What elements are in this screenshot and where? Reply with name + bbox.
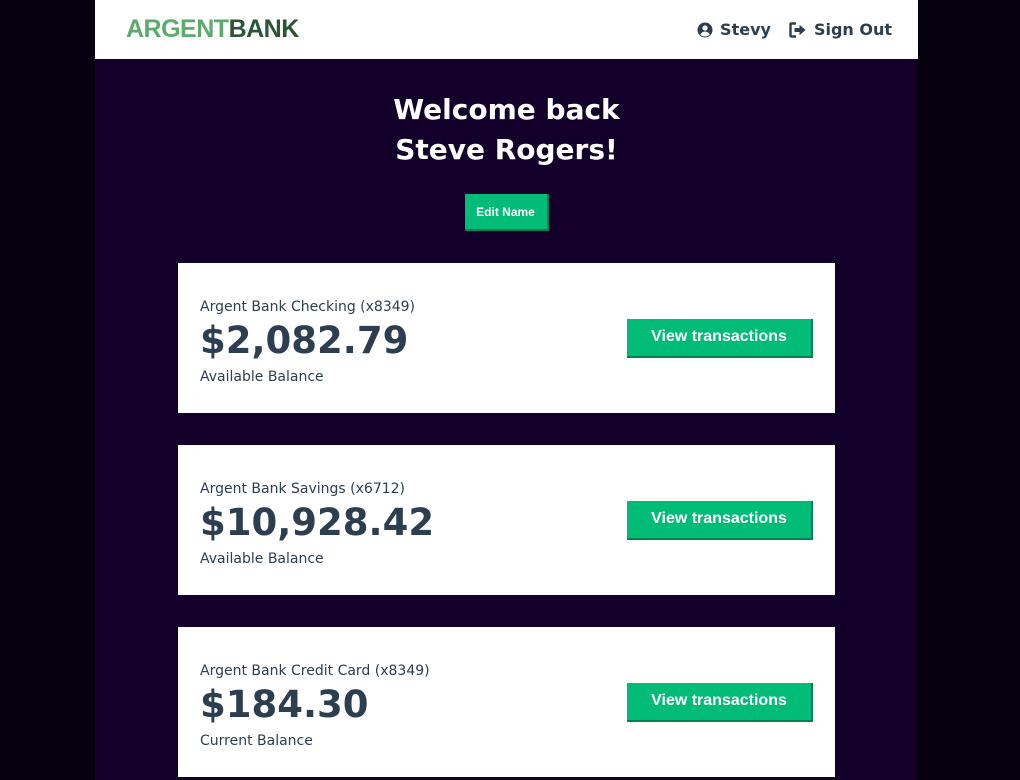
sign-out-label: Sign Out (813, 20, 892, 39)
view-transactions-button-savings[interactable]: View transactions (627, 500, 813, 540)
account-amount: $10,928.42 (200, 501, 435, 544)
main-page: ARGENT BANK Stevy Sign Out Welcome back … (95, 0, 918, 780)
account-info: Argent Bank Savings (x6712) $10,928.42 A… (200, 472, 434, 568)
logo-text-bank: BANK (228, 15, 300, 43)
user-profile-link[interactable]: Stevy (697, 20, 771, 39)
argent-bank-logo[interactable]: ARGENT BANK (126, 15, 299, 44)
account-info: Argent Bank Checking (x8349) $2,082.79 A… (200, 290, 415, 386)
logo-text-argent: ARGENT (126, 15, 229, 43)
edit-name-button[interactable]: Edit Name (464, 194, 549, 231)
account-amount: $184.30 (200, 683, 369, 726)
welcome-user-name: Steve Rogers! (395, 133, 618, 166)
account-card-credit: Argent Bank Credit Card (x8349) $184.30 … (178, 627, 835, 777)
account-balance-label: Available Balance (200, 551, 324, 567)
welcome-header: Welcome back Steve Rogers! Edit Name (95, 59, 918, 231)
view-transactions-button-checking[interactable]: View transactions (627, 318, 813, 358)
welcome-line-1: Welcome back (393, 93, 620, 126)
user-circle-icon (697, 22, 713, 37)
accounts-list: Argent Bank Checking (x8349) $2,082.79 A… (178, 263, 835, 780)
account-card-savings: Argent Bank Savings (x6712) $10,928.42 A… (178, 445, 835, 595)
navbar: ARGENT BANK Stevy Sign Out (95, 0, 918, 59)
welcome-title: Welcome back Steve Rogers! (95, 90, 918, 170)
view-transactions-button-credit[interactable]: View transactions (627, 682, 813, 722)
user-name: Stevy (720, 20, 771, 39)
account-balance-label: Current Balance (200, 733, 313, 749)
account-title: Argent Bank Credit Card (x8349) (200, 663, 430, 679)
account-title: Argent Bank Savings (x6712) (200, 481, 405, 497)
account-card-checking: Argent Bank Checking (x8349) $2,082.79 A… (178, 263, 835, 413)
account-title: Argent Bank Checking (x8349) (200, 299, 416, 315)
nav-links: Stevy Sign Out (697, 20, 892, 39)
account-amount: $2,082.79 (200, 319, 409, 362)
account-balance-label: Available Balance (200, 369, 324, 385)
sign-out-icon (789, 21, 806, 38)
account-info: Argent Bank Credit Card (x8349) $184.30 … (200, 654, 430, 750)
sign-out-link[interactable]: Sign Out (789, 20, 892, 39)
